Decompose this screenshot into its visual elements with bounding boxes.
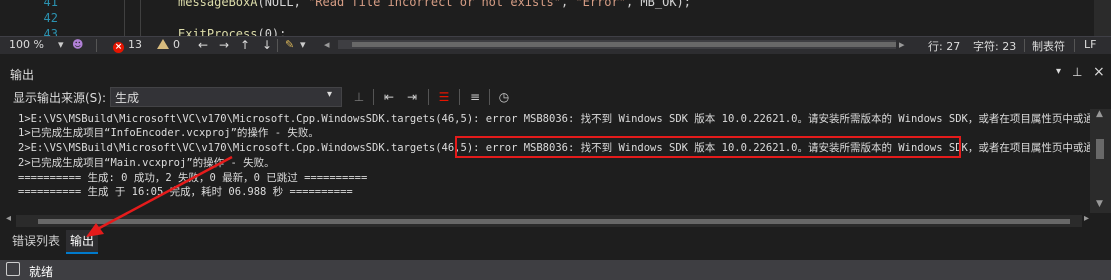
code-line: messageBoxA(NULL, "Read file incorrect o… bbox=[178, 0, 691, 9]
zoom-dropdown-icon[interactable]: ▾ bbox=[58, 38, 64, 51]
output-horizontal-scroll-thumb[interactable] bbox=[38, 219, 1070, 224]
scroll-right-icon[interactable]: ▸ bbox=[899, 38, 905, 51]
separator bbox=[1024, 39, 1025, 52]
editor-horizontal-scroll-thumb[interactable] bbox=[352, 42, 896, 47]
clear-all-icon[interactable]: ☰ bbox=[435, 88, 453, 106]
scroll-left-icon[interactable]: ◂ bbox=[6, 213, 11, 224]
indent-guide bbox=[140, 0, 141, 36]
output-line: 2>已完成生成项目“Main.vcxproj”的操作 - 失败。 bbox=[18, 157, 275, 169]
cleanup-dropdown-icon[interactable]: ▾ bbox=[300, 38, 306, 51]
scroll-left-icon[interactable]: ◂ bbox=[324, 38, 330, 51]
scroll-right-icon[interactable]: ▸ bbox=[1084, 213, 1089, 224]
previous-message-icon[interactable]: ⇤ bbox=[380, 88, 398, 106]
zoom-level[interactable]: 100 % bbox=[9, 38, 44, 51]
separator bbox=[459, 89, 460, 105]
copilot-icon[interactable]: ☻ bbox=[72, 38, 83, 51]
code-cleanup-icon[interactable]: ✎ bbox=[285, 38, 294, 51]
cursor-char[interactable]: 字符: 23 bbox=[973, 38, 1016, 54]
code-editor[interactable]: 41 messageBoxA(NULL, "Read file incorrec… bbox=[0, 0, 1094, 36]
output-vertical-scrollbar[interactable]: ▲ ▼ bbox=[1090, 109, 1111, 213]
separator bbox=[428, 89, 429, 105]
line-number: 42 bbox=[43, 11, 58, 25]
output-line: 1>E:\VS\MSBuild\Microsoft\VC\v170\Micros… bbox=[18, 113, 1090, 125]
pin-icon[interactable]: ⊥ bbox=[1072, 65, 1082, 79]
code-line: ExitProcess(0); bbox=[178, 27, 287, 36]
indent-guide bbox=[124, 0, 125, 36]
error-icon: × bbox=[113, 42, 124, 53]
tab-error-list[interactable]: 错误列表 bbox=[8, 230, 64, 252]
warning-icon bbox=[157, 39, 169, 49]
separator bbox=[373, 89, 374, 105]
line-number: 41 bbox=[43, 0, 58, 9]
close-icon[interactable]: × bbox=[1093, 64, 1105, 80]
status-bar: 就绪 bbox=[0, 260, 1111, 280]
output-toolbar-buttons: ⊥ ⇤ ⇥ ☰ ≡ ◷ bbox=[0, 86, 1111, 108]
output-vertical-scroll-thumb[interactable] bbox=[1096, 139, 1104, 159]
line-number: 43 bbox=[43, 27, 58, 36]
navigate-up-icon[interactable]: ↑ bbox=[240, 38, 250, 52]
editor-vertical-scrollbar[interactable] bbox=[1094, 0, 1111, 36]
separator bbox=[1074, 39, 1075, 52]
indent-mode[interactable]: 制表符 bbox=[1032, 38, 1065, 54]
separator bbox=[96, 39, 97, 52]
scroll-down-icon[interactable]: ▼ bbox=[1096, 199, 1103, 209]
tab-output[interactable]: 输出 bbox=[66, 230, 99, 254]
word-wrap-icon[interactable]: ≡ bbox=[466, 88, 484, 106]
error-highlight-box bbox=[455, 136, 961, 158]
bottom-tabs: 错误列表 输出 bbox=[0, 230, 1111, 254]
status-text: 就绪 bbox=[29, 265, 54, 279]
error-count[interactable]: × 13 bbox=[113, 38, 142, 53]
cursor-line[interactable]: 行: 27 bbox=[928, 38, 960, 54]
separator bbox=[489, 89, 490, 105]
navigate-forward-icon[interactable]: → bbox=[219, 38, 229, 52]
output-panel-title: 输出 bbox=[10, 68, 35, 82]
panel-menu-icon[interactable]: ▾ bbox=[1056, 66, 1061, 77]
output-line: ========== 生成 于 16:05 完成，耗时 06.988 秒 ===… bbox=[18, 186, 353, 198]
output-line: 1>已完成生成项目“InfoEncoder.vcxproj”的操作 - 失败。 bbox=[18, 127, 319, 139]
status-message-icon[interactable] bbox=[6, 262, 20, 276]
navigate-down-icon[interactable]: ↓ bbox=[262, 38, 272, 52]
warning-count[interactable]: 0 bbox=[157, 38, 180, 51]
scroll-up-icon[interactable]: ▲ bbox=[1096, 109, 1103, 119]
output-panel-header: 输出 ▾ ⊥ × bbox=[0, 64, 1111, 84]
output-line: ========== 生成: 0 成功，2 失败，0 最新，0 已跳过 ====… bbox=[18, 172, 368, 184]
separator bbox=[277, 39, 278, 52]
output-text-area[interactable]: 1>E:\VS\MSBuild\Microsoft\VC\v170\Micros… bbox=[0, 109, 1090, 213]
line-ending[interactable]: LF bbox=[1084, 38, 1096, 51]
clock-icon[interactable]: ◷ bbox=[495, 88, 513, 106]
next-message-icon[interactable]: ⇥ bbox=[403, 88, 421, 106]
go-to-location-icon[interactable]: ⊥ bbox=[350, 88, 368, 106]
navigate-back-icon[interactable]: ← bbox=[198, 38, 208, 52]
